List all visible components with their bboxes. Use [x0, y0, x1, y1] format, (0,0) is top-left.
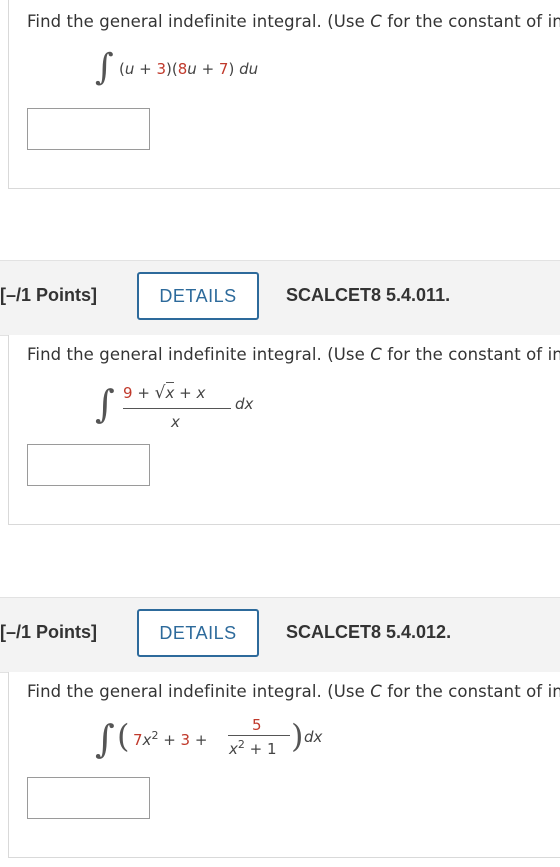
question-3-prompt: Find the general indefinite integral. (U… — [27, 682, 560, 701]
question-code: SCALCET8 5.4.012. — [286, 622, 452, 642]
question-2-header: [–/1 Points] DETAILS SCALCET8 5.4.011. — [0, 260, 560, 336]
prompt-constant: C — [370, 345, 382, 364]
number: 8 — [177, 60, 188, 78]
fraction-denominator: x — [171, 413, 180, 431]
plus: + — [132, 384, 155, 402]
question-3-header: [–/1 Points] DETAILS SCALCET8 5.4.012. — [0, 597, 560, 673]
var-x: x — [229, 740, 238, 758]
fraction-numerator: 9 + √x + x — [123, 382, 206, 403]
prompt-constant: C — [370, 682, 382, 701]
prompt-text: Find the general indefinite integral. (U… — [27, 682, 371, 701]
prompt-text-tail: for the constant of int — [381, 345, 560, 364]
differential: du — [239, 60, 259, 78]
number: 7 — [133, 731, 143, 749]
prompt-constant: C — [370, 12, 382, 31]
number: 1 — [267, 740, 277, 758]
var-u: u — [124, 60, 135, 78]
plus: + — [134, 60, 157, 78]
number: 3 — [156, 60, 167, 78]
integral-sign: ∫ — [95, 382, 115, 426]
integral-sign: ∫ — [95, 47, 114, 88]
var-u: u — [187, 60, 197, 78]
left-paren: ( — [117, 717, 130, 755]
points-label: [–/1 Points] — [0, 622, 98, 642]
prompt-text: Find the general indefinite integral. (U… — [27, 345, 371, 364]
right-paren: ) — [291, 717, 304, 755]
prompt-text-tail: for the constant of int — [381, 12, 560, 31]
integrand-terms: 7x2 + 3 + — [133, 729, 207, 749]
number: 3 — [180, 731, 191, 749]
plus: + — [244, 740, 267, 758]
sqrt-symbol: √ — [154, 383, 166, 403]
fraction-bar — [228, 735, 290, 736]
number: 9 — [123, 384, 133, 402]
answer-input-2[interactable] — [27, 444, 150, 486]
differential: dx — [235, 395, 254, 413]
plus: + — [158, 731, 181, 749]
question-3-box: Find the general indefinite integral. (U… — [8, 672, 560, 858]
question-code: SCALCET8 5.4.011. — [286, 285, 451, 305]
paren: )( — [166, 60, 178, 78]
fraction-bar — [123, 408, 231, 409]
plus: + — [190, 731, 208, 749]
points-label: [–/1 Points] — [0, 285, 98, 305]
prompt-text-tail: for the constant of int — [381, 682, 560, 701]
details-button[interactable]: DETAILS — [137, 272, 259, 320]
details-button[interactable]: DETAILS — [137, 609, 259, 657]
answer-input-1[interactable] — [27, 108, 150, 150]
fraction-numerator: 5 — [252, 716, 262, 734]
question-1-box: Find the general indefinite integral. (U… — [8, 0, 560, 189]
fraction-denominator: x2 + 1 — [229, 738, 277, 758]
plus: + — [174, 384, 197, 402]
question-1-prompt: Find the general indefinite integral. (U… — [27, 12, 560, 31]
prompt-text: Find the general indefinite integral. (U… — [27, 12, 371, 31]
exponent: 2 — [237, 738, 245, 751]
paren: ) — [228, 60, 235, 78]
plus: + — [196, 60, 219, 78]
question-1-integrand: (u + 3)(8u + 7) du — [119, 60, 258, 78]
var-x: x — [196, 384, 206, 402]
integral-sign: ∫ — [95, 717, 115, 761]
question-2-prompt: Find the general indefinite integral. (U… — [27, 345, 560, 364]
question-2-box: Find the general indefinite integral. (U… — [8, 335, 560, 525]
differential: dx — [304, 728, 323, 746]
answer-input-3[interactable] — [27, 777, 150, 819]
